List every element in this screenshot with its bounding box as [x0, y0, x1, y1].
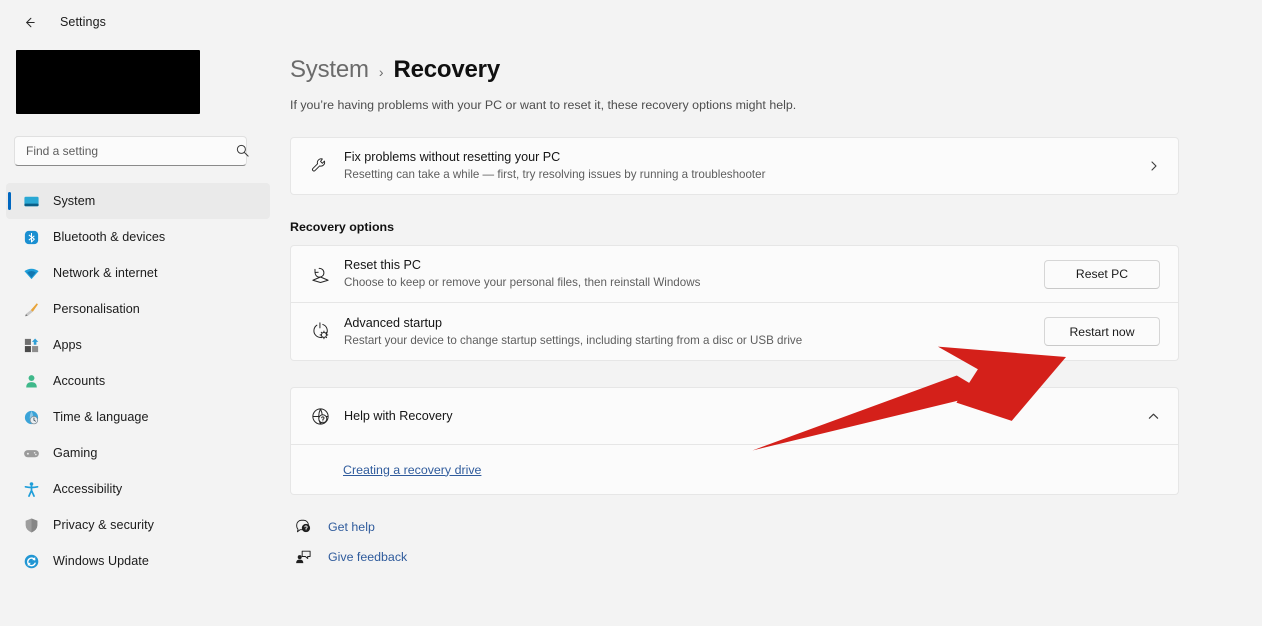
apps-icon [24, 338, 39, 352]
footer-links: Get help Give feedback [290, 518, 1200, 565]
recovery-options-group: Reset this PC Choose to keep or remove y… [290, 245, 1179, 361]
power-gear-icon [307, 321, 333, 342]
app-title: Settings [60, 15, 106, 29]
back-button[interactable] [14, 8, 44, 36]
account-card-redacted[interactable] [16, 50, 200, 114]
chevron-right-icon[interactable] [1148, 160, 1160, 172]
help-with-recovery-body: Creating a recovery drive [290, 445, 1179, 495]
sidebar-item-label: Privacy & security [53, 518, 154, 532]
row-subtitle: Choose to keep or remove your personal f… [344, 276, 701, 289]
title-bar: Settings [0, 0, 276, 44]
page-title: Recovery [393, 56, 501, 83]
breadcrumb-parent[interactable]: System [290, 56, 369, 84]
help-with-recovery-group: Help with Recovery Creating a recovery d… [290, 387, 1179, 495]
search-container [14, 136, 262, 166]
arrow-left-icon [25, 17, 35, 27]
advanced-startup-text: Advanced startup Restart your device to … [344, 315, 1044, 349]
sidebar-item-apps[interactable]: Apps [6, 327, 270, 363]
sidebar-item-accessibility[interactable]: Accessibility [6, 471, 270, 507]
monitor-icon [24, 196, 39, 206]
paintbrush-icon [25, 302, 38, 316]
globe-help-icon [307, 406, 333, 427]
sidebar-nav: System Bluetooth & devices Network & int… [0, 183, 276, 579]
sidebar-item-accounts[interactable]: Accounts [6, 363, 270, 399]
sidebar-item-windows-update[interactable]: Windows Update [6, 543, 270, 579]
row-subtitle: Restart your device to change startup se… [344, 333, 803, 347]
sidebar-item-label: Accessibility [53, 482, 123, 496]
sidebar-item-label: Windows Update [53, 554, 149, 568]
sidebar-item-gaming[interactable]: Gaming [6, 435, 270, 471]
footer-link-label: Give feedback [328, 549, 408, 564]
fix-problems-card[interactable]: Fix problems without resetting your PC R… [290, 137, 1179, 195]
get-help-icon [296, 519, 311, 533]
sidebar-item-system[interactable]: System [6, 183, 270, 219]
recovery-options-heading: Recovery options [290, 220, 394, 234]
advanced-startup-row[interactable]: Advanced startup Restart your device to … [290, 303, 1179, 361]
reset-this-pc-row[interactable]: Reset this PC Choose to keep or remove y… [290, 245, 1179, 303]
sidebar-item-label: Accounts [53, 374, 106, 388]
sidebar-item-label: Apps [53, 338, 82, 352]
chevron-up-icon[interactable] [1147, 410, 1160, 423]
search-icon [236, 144, 249, 157]
gamepad-icon [24, 449, 39, 457]
creating-a-recovery-drive-link[interactable]: Creating a recovery drive [343, 463, 481, 477]
get-help-link[interactable]: Get help [290, 518, 1200, 535]
page-description: If you’re having problems with your PC o… [290, 98, 797, 112]
shield-icon [25, 518, 38, 532]
sidebar-item-label: Bluetooth & devices [53, 230, 166, 244]
row-title: Advanced startup [344, 315, 443, 330]
sidebar-item-privacy-security[interactable]: Privacy & security [6, 507, 270, 543]
help-with-recovery-text: Help with Recovery [344, 408, 1147, 425]
sidebar-item-label: Personalisation [53, 302, 140, 316]
reset-pc-icon [307, 264, 333, 285]
give-feedback-link[interactable]: Give feedback [290, 548, 1200, 565]
sidebar: Settings System [0, 0, 276, 626]
feedback-icon [296, 550, 311, 564]
reset-pc-button[interactable]: Reset PC [1044, 259, 1160, 289]
reset-this-pc-text: Reset this PC Choose to keep or remove y… [344, 257, 1044, 291]
row-title: Reset this PC [344, 258, 421, 272]
fix-problems-title: Fix problems without resetting your PC [344, 150, 561, 164]
bluetooth-icon [24, 230, 39, 244]
settings-window: Settings System [0, 0, 1262, 626]
wrench-icon [307, 156, 333, 176]
fix-problems-text: Fix problems without resetting your PC R… [344, 149, 1148, 183]
sidebar-item-network-internet[interactable]: Network & internet [6, 255, 270, 291]
search-input[interactable] [26, 144, 216, 158]
sidebar-item-label: System [53, 194, 96, 208]
restart-now-button[interactable]: Restart now [1044, 317, 1160, 346]
search-box[interactable] [14, 136, 247, 166]
sidebar-item-label: Time & language [53, 410, 149, 424]
breadcrumb: System › Recovery [290, 0, 1200, 84]
wifi-icon [24, 268, 39, 279]
accessibility-icon [24, 481, 39, 497]
footer-link-label: Get help [328, 519, 375, 534]
help-with-recovery-header[interactable]: Help with Recovery [290, 387, 1179, 445]
sidebar-item-label: Network & internet [53, 266, 158, 280]
sidebar-item-label: Gaming [53, 446, 98, 460]
sidebar-item-personalisation[interactable]: Personalisation [6, 291, 270, 327]
sidebar-item-time-language[interactable]: Time & language [6, 399, 270, 435]
fix-problems-subtitle: Resetting can take a while — first, try … [344, 168, 766, 181]
chevron-right-icon: › [378, 64, 384, 80]
update-icon [24, 554, 39, 568]
help-with-recovery-title: Help with Recovery [344, 408, 453, 423]
sidebar-item-bluetooth-devices[interactable]: Bluetooth & devices [6, 219, 270, 255]
person-icon [26, 374, 37, 388]
main-content: System › Recovery If you’re having probl… [276, 0, 1262, 626]
clock-globe-icon [24, 410, 39, 424]
